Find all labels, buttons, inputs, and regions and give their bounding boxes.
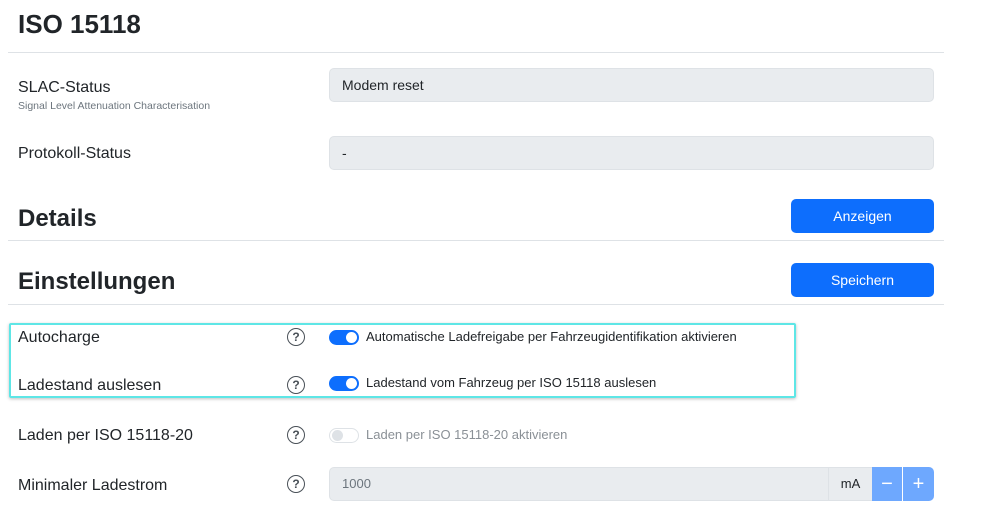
question-circle-icon[interactable]: ? xyxy=(287,328,305,346)
slac-status-sublabel: Signal Level Attenuation Characterisatio… xyxy=(18,100,211,112)
increment-button[interactable]: + xyxy=(903,467,934,501)
iso20-toggle[interactable] xyxy=(329,428,359,443)
min-current-unit: mA xyxy=(828,467,872,501)
autocharge-toggle[interactable] xyxy=(329,330,359,345)
page-title: ISO 15118 xyxy=(18,9,141,39)
toggle-knob xyxy=(346,378,357,389)
soc-label: Ladestand auslesen xyxy=(18,377,162,394)
decrement-button[interactable]: − xyxy=(872,467,903,501)
question-circle-icon[interactable]: ? xyxy=(287,376,305,394)
toggle-knob xyxy=(332,430,343,441)
protocol-status-field: - xyxy=(329,136,934,170)
slac-status-field: Modem reset xyxy=(329,68,934,102)
divider xyxy=(8,240,944,241)
autocharge-label: Autocharge xyxy=(18,329,100,346)
soc-toggle-label[interactable]: Ladestand vom Fahrzeug per ISO 15118 aus… xyxy=(366,375,656,391)
autocharge-toggle-label[interactable]: Automatische Ladefreigabe per Fahrzeugid… xyxy=(366,329,737,345)
question-circle-icon[interactable]: ? xyxy=(287,426,305,444)
question-circle-icon[interactable]: ? xyxy=(287,475,305,493)
settings-heading: Einstellungen xyxy=(18,268,176,295)
divider xyxy=(8,304,944,305)
iso20-label: Laden per ISO 15118-20 xyxy=(18,427,193,444)
protocol-status-label: Protokoll-Status xyxy=(18,145,131,162)
show-details-button[interactable]: Anzeigen xyxy=(791,199,934,233)
iso20-toggle-label[interactable]: Laden per ISO 15118-20 aktivieren xyxy=(366,427,567,443)
details-heading: Details xyxy=(18,205,97,232)
min-current-label: Minimaler Ladestrom xyxy=(18,477,168,494)
min-current-input[interactable]: 1000 xyxy=(329,467,872,501)
save-button[interactable]: Speichern xyxy=(791,263,934,297)
slac-status-label: SLAC-Status xyxy=(18,79,111,96)
divider xyxy=(8,52,944,53)
soc-toggle[interactable] xyxy=(329,376,359,391)
toggle-knob xyxy=(346,332,357,343)
